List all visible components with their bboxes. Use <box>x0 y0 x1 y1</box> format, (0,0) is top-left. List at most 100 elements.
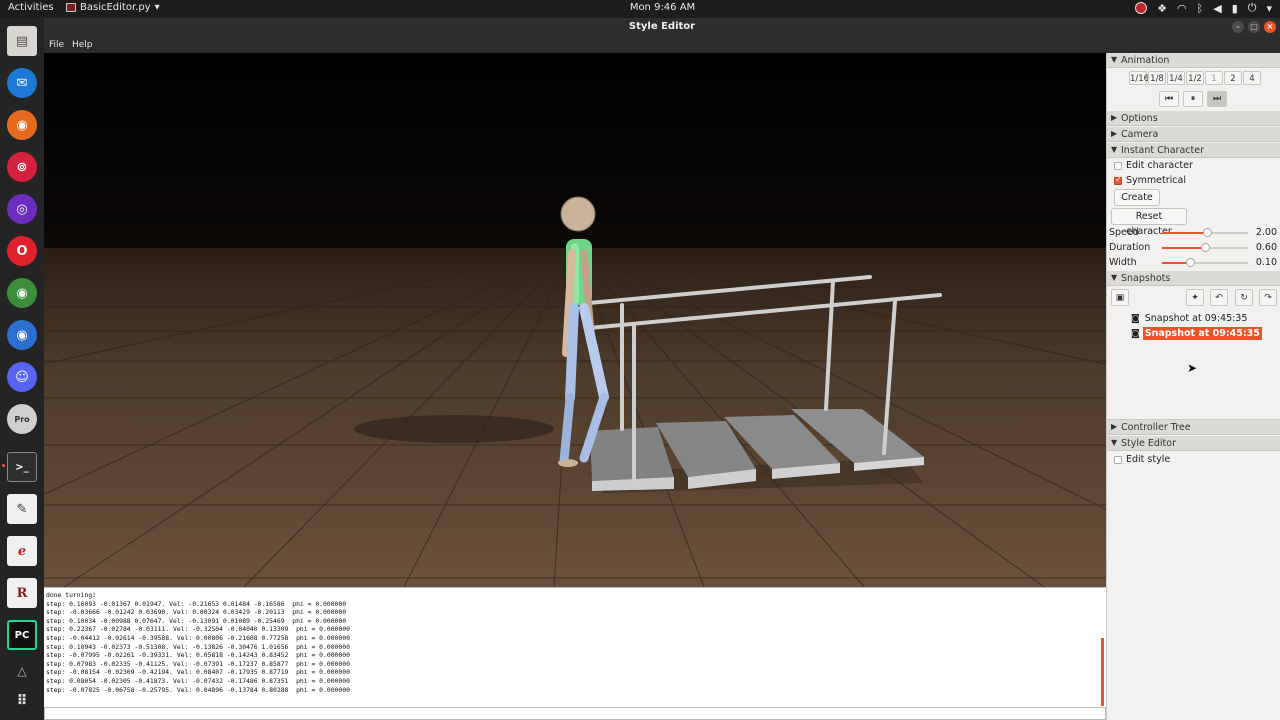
ebook-viewer-icon[interactable]: ℯ <box>7 536 37 566</box>
chromium-icon[interactable]: ◉ <box>7 320 37 350</box>
command-input[interactable] <box>44 707 1106 720</box>
slider-handle[interactable] <box>1202 228 1212 237</box>
sheets-pro-icon[interactable]: Pro <box>7 404 37 434</box>
section-snapshots-label: Snapshots <box>1121 273 1171 284</box>
console-line: step: 0.07983 -0.02335 -0.41125. Vel: -0… <box>46 659 350 668</box>
rewind-button[interactable]: ⏮ <box>1159 91 1179 107</box>
camera-icon: ◙ <box>1131 328 1140 339</box>
expanded-arrow-icon: ▼ <box>1111 273 1118 282</box>
dropbox-icon[interactable]: ❖ <box>1157 2 1167 15</box>
snapshot-item[interactable]: ◙ Snapshot at 09:45:35 <box>1131 311 1262 326</box>
camera-icon: ◙ <box>1131 313 1140 324</box>
volume-icon[interactable]: ◀ <box>1213 2 1221 15</box>
console-scrollbar[interactable] <box>1101 638 1104 706</box>
create-button[interactable]: Create <box>1114 189 1160 206</box>
expanded-arrow-icon: ▼ <box>1111 438 1118 447</box>
inkscape-icon[interactable]: △ <box>7 656 37 686</box>
record-indicator-icon[interactable] <box>1135 2 1148 14</box>
symmetrical-checkbox[interactable]: Symmetrical <box>1114 175 1186 186</box>
chrome-icon[interactable]: ◉ <box>7 278 37 308</box>
text-editor-icon[interactable]: ✎ <box>7 494 37 524</box>
running-indicator <box>2 464 5 467</box>
reset-character-button[interactable]: Reset character <box>1111 208 1187 237</box>
3d-viewport[interactable] <box>44 53 1106 587</box>
slider-handle[interactable] <box>1201 243 1210 252</box>
edit-style-checkbox[interactable]: Edit style <box>1114 454 1170 465</box>
control-panel: ▼ Animation 1/16 1/8 1/4 1/2 1 2 4 ⏮ ⏸ ⏭ ▶ Opt… <box>1106 53 1280 720</box>
scene-canvas <box>44 53 1106 587</box>
symmetrical-label: Symmetrical <box>1126 175 1186 186</box>
edit-character-label: Edit character <box>1126 160 1193 171</box>
system-tray[interactable]: ❖ ◠ ᛒ ◀ ▮ ⏻ ▾ <box>1135 1 1272 15</box>
slider-value: 2.00 <box>1255 227 1277 238</box>
step-button[interactable]: ⏭ <box>1207 91 1227 107</box>
snapshot-label: Snapshot at 09:45:35 <box>1142 327 1262 340</box>
file-manager-icon[interactable]: ▤ <box>7 26 37 56</box>
slider-handle[interactable] <box>1186 258 1196 267</box>
minimize-button[interactable]: – <box>1232 21 1244 33</box>
undo-button[interactable]: ↶ <box>1210 289 1228 306</box>
terminal-icon[interactable]: >_ <box>7 452 37 482</box>
pycharm-icon[interactable]: PC <box>7 620 37 650</box>
checkbox-box[interactable] <box>1114 161 1122 170</box>
discord-icon[interactable]: ☺ <box>7 362 37 392</box>
pause-button[interactable]: ⏸ <box>1183 91 1203 107</box>
checkbox-box[interactable] <box>1114 455 1122 464</box>
maximize-button[interactable]: □ <box>1248 21 1260 33</box>
slider-track[interactable] <box>1162 258 1248 267</box>
snapshot-item[interactable]: ◙ Snapshot at 09:45:35 <box>1131 326 1262 341</box>
section-style-editor[interactable]: ▼ Style Editor <box>1107 436 1280 451</box>
r-studio-icon[interactable]: R <box>7 578 37 608</box>
take-snapshot-button[interactable]: ▣ <box>1111 289 1129 306</box>
character-shadow <box>354 415 554 443</box>
console-line: step: 0.10943 -0.02373 -0.51308. Vel: -0… <box>46 642 350 651</box>
speed-button[interactable]: 1/4 <box>1167 71 1185 85</box>
firefox-icon[interactable]: ◉ <box>7 110 37 140</box>
section-animation[interactable]: ▼ Animation <box>1107 53 1280 68</box>
bluetooth-icon[interactable]: ᛒ <box>1197 2 1204 15</box>
console-line: step: 0.10034 -0.00988 0.07647. Vel: -0.… <box>46 616 347 625</box>
collapsed-arrow-icon: ▶ <box>1111 129 1118 138</box>
thunderbird-icon[interactable]: ✉ <box>7 68 37 98</box>
section-options[interactable]: ▶ Options <box>1107 111 1280 126</box>
slider-track[interactable] <box>1162 228 1248 237</box>
speed-button[interactable]: 1 <box>1205 71 1223 85</box>
menu-file[interactable]: File <box>49 40 64 50</box>
speed-button[interactable]: 1/2 <box>1186 71 1204 85</box>
section-instant-character[interactable]: ▼ Instant Character <box>1107 143 1280 158</box>
expanded-arrow-icon: ▼ <box>1111 145 1118 154</box>
section-controller-tree[interactable]: ▶ Controller Tree <box>1107 420 1280 435</box>
console-line: step: -0.03666 -0.01242 0.03690. Vel: 0.… <box>46 608 347 617</box>
speed-button[interactable]: 1/16 <box>1129 71 1149 85</box>
speed-button[interactable]: 2 <box>1224 71 1242 85</box>
opera-icon[interactable]: O <box>7 236 37 266</box>
battery-icon[interactable]: ▮ <box>1232 2 1238 15</box>
speed-button[interactable]: 1/8 <box>1148 71 1166 85</box>
slider-speed: Speed 2.00 <box>1109 226 1279 239</box>
window-title-bar[interactable]: Style Editor – □ × <box>44 18 1280 37</box>
edit-character-checkbox[interactable]: Edit character <box>1114 160 1193 171</box>
app-icon-purple[interactable]: ◎ <box>7 194 37 224</box>
power-menu-icon[interactable]: ⏻ <box>1248 1 1257 15</box>
close-button[interactable]: × <box>1264 21 1276 33</box>
speed-button[interactable]: 4 <box>1243 71 1261 85</box>
menu-help[interactable]: Help <box>72 40 93 50</box>
slider-label: Speed <box>1109 227 1139 238</box>
app-icon-red[interactable]: ⊚ <box>7 152 37 182</box>
section-camera[interactable]: ▶ Camera <box>1107 127 1280 142</box>
slider-track[interactable] <box>1162 243 1248 252</box>
redo-button[interactable]: ↷ <box>1259 289 1277 306</box>
section-snapshots[interactable]: ▼ Snapshots <box>1107 271 1280 286</box>
clock[interactable]: Mon 9:46 AM <box>0 2 1280 13</box>
console-line: done turning! <box>46 591 97 599</box>
checkbox-checked-box[interactable] <box>1114 175 1122 185</box>
refresh-button[interactable]: ↻ <box>1235 289 1253 306</box>
console-output[interactable]: done turning! step: 0.16093 -0.01367 0.01… <box>44 587 1106 707</box>
section-controller-tree-label: Controller Tree <box>1121 422 1191 433</box>
chevron-down-icon[interactable]: ▾ <box>1266 2 1272 15</box>
snapshot-label: Snapshot at 09:45:35 <box>1144 313 1248 324</box>
character-pose-button[interactable]: ✦ <box>1186 289 1204 306</box>
wifi-icon[interactable]: ◠ <box>1177 2 1187 15</box>
show-apps-icon[interactable]: ⠿ <box>7 686 37 716</box>
console-line: step: -0.08154 -0.02309 -0.42194. Vel: 0… <box>46 668 350 677</box>
